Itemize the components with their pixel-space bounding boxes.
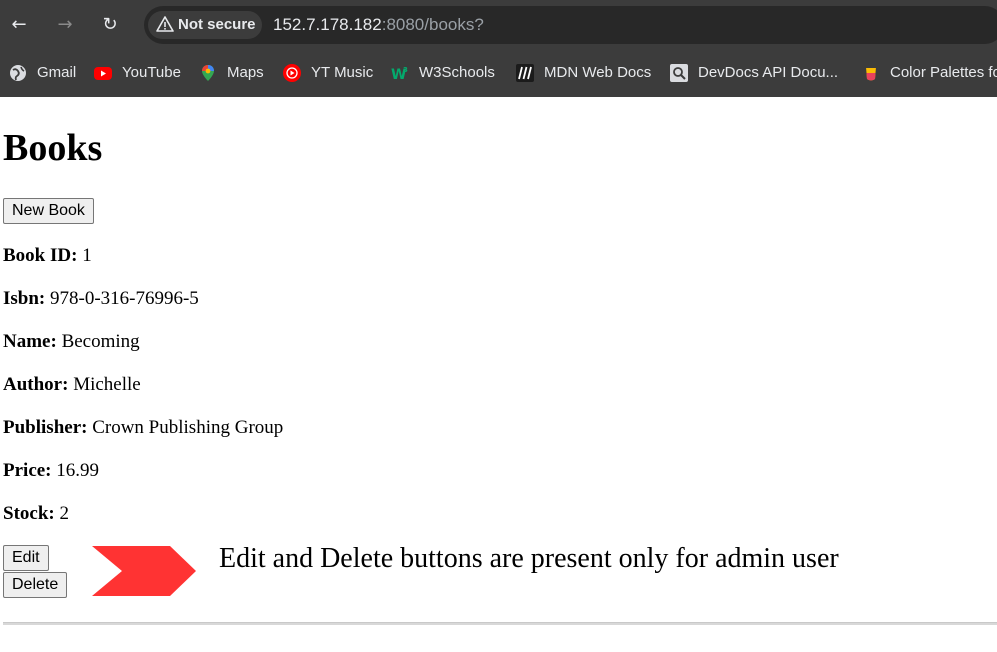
admin-annotation: Edit and Delete buttons are present only… — [219, 543, 839, 574]
youtube-icon — [94, 67, 112, 80]
field-label: Price: — [3, 460, 52, 481]
field-label: Book ID: — [3, 245, 78, 266]
field-stock: Stock: 2 — [3, 502, 69, 526]
field-book-id: Book ID: 1 — [3, 244, 92, 268]
field-value: 16.99 — [56, 460, 100, 481]
devdocs-icon — [670, 64, 688, 82]
field-label: Publisher: — [3, 417, 88, 438]
bookmark-label: W3Schools — [419, 64, 495, 81]
reload-icon[interactable]: ↻ — [97, 12, 123, 38]
page-title: Books — [3, 127, 103, 169]
bookmark-label: Gmail — [37, 64, 77, 81]
back-arrow-icon[interactable]: ← — [6, 12, 32, 38]
field-label: Author: — [3, 374, 69, 395]
field-label: Name: — [3, 331, 57, 352]
url-host: 152.7.178.182 — [273, 15, 382, 34]
new-book-button[interactable]: New Book — [3, 198, 94, 224]
address-bar[interactable] — [144, 6, 997, 44]
browser-toolbar: ← → ↻ Not secure 152.7.178.182:8080/book… — [0, 0, 997, 50]
yt-music-icon — [283, 64, 301, 82]
field-isbn: Isbn: 978-0-316-76996-5 — [3, 287, 199, 311]
bookmark-label: YT Music — [311, 64, 374, 81]
field-label: Isbn: — [3, 288, 46, 309]
field-value: 2 — [59, 503, 69, 524]
palette-icon — [866, 66, 876, 81]
bookmark-label: DevDocs API Docu... — [698, 64, 839, 81]
globe-icon — [10, 65, 26, 81]
bookmarks-bar: Gmail YouTube Maps YT Music W3 W3Schools… — [0, 50, 997, 97]
horizontal-rule — [3, 622, 997, 625]
warning-triangle-icon — [156, 16, 174, 32]
field-value: Michelle — [73, 374, 141, 395]
field-author: Author: Michelle — [3, 373, 141, 397]
edit-button[interactable]: Edit — [3, 545, 49, 571]
bookmark-label: Color Palettes fo — [890, 64, 997, 81]
bookmark-label: YouTube — [122, 64, 181, 81]
url-path: :8080/books? — [381, 15, 484, 34]
maps-pin-icon — [202, 65, 214, 81]
url-text[interactable]: 152.7.178.182:8080/books? — [273, 14, 484, 36]
forward-arrow-icon[interactable]: → — [52, 12, 78, 38]
field-name: Name: Becoming — [3, 330, 140, 354]
w3schools-icon: W3 — [391, 66, 408, 82]
field-value: 1 — [82, 245, 92, 266]
field-value: Becoming — [61, 331, 140, 352]
bookmark-label: MDN Web Docs — [544, 64, 652, 81]
delete-button[interactable]: Delete — [3, 572, 68, 598]
svg-text:3: 3 — [403, 66, 408, 74]
bookmark-label: Maps — [227, 64, 264, 81]
mdn-icon — [516, 64, 534, 82]
field-value: 978-0-316-76996-5 — [50, 288, 199, 309]
field-label: Stock: — [3, 503, 55, 524]
field-publisher: Publisher: Crown Publishing Group — [3, 416, 283, 440]
red-arrow-icon — [92, 546, 196, 596]
field-value: Crown Publishing Group — [92, 417, 284, 438]
field-price: Price: 16.99 — [3, 459, 99, 483]
